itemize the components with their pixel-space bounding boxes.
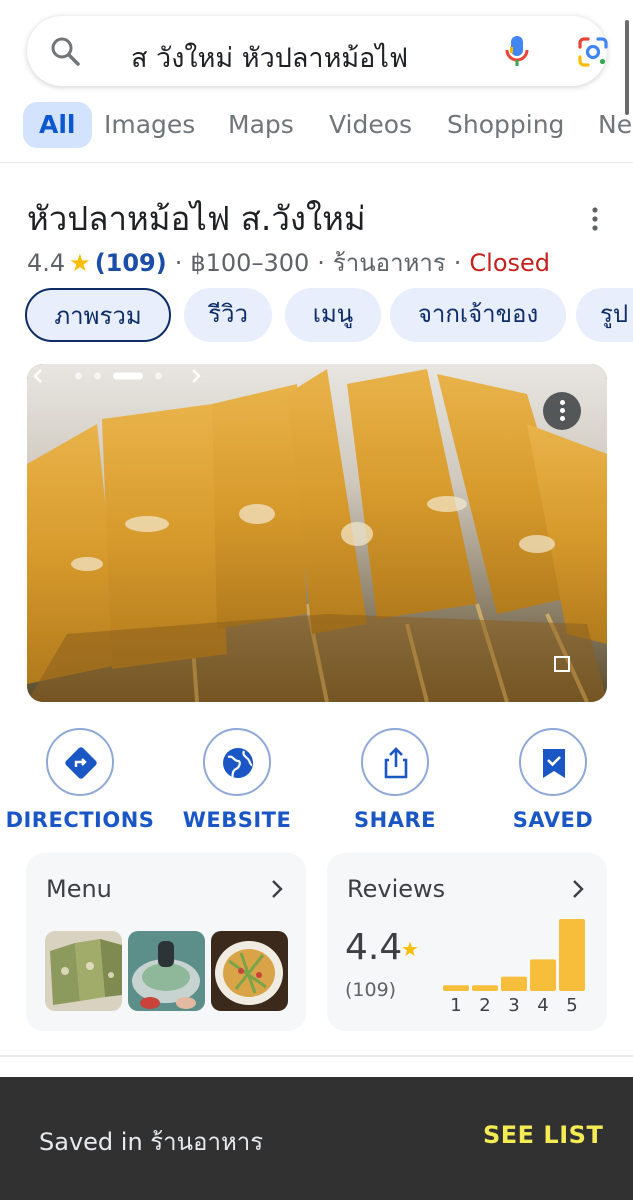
snackbar-message: Saved in ร้านอาหาร — [39, 1128, 264, 1156]
carousel-dot[interactable] — [155, 372, 162, 380]
rating-bar-label: 4 — [537, 995, 548, 1015]
chip-from-owner[interactable]: จากเจ้าของ — [390, 288, 566, 342]
search-icon[interactable] — [49, 35, 81, 67]
place-title: หัวปลาหม้อไฟ ส.วังใหม่ — [27, 199, 366, 238]
review-count[interactable]: (109) — [95, 249, 167, 277]
directions-button[interactable]: DIRECTIONS — [0, 728, 160, 832]
carousel-dot[interactable] — [113, 372, 143, 380]
chip-overview[interactable]: ภาพรวม — [25, 288, 171, 342]
reviews-count: (109) — [345, 979, 397, 1001]
tab-shopping[interactable]: Shopping — [447, 102, 564, 148]
snackbar: Saved in ร้านอาหาร SEE LIST — [0, 1077, 633, 1200]
microphone-icon[interactable] — [499, 33, 535, 69]
share-icon — [384, 747, 408, 779]
menu-card[interactable]: Menu — [26, 853, 306, 1031]
rating-bar-label: 5 — [566, 995, 577, 1015]
rating-bar-label: 3 — [508, 995, 519, 1015]
place-photo[interactable] — [27, 364, 607, 702]
separator: · — [174, 248, 183, 277]
rating-bar-label: 1 — [450, 995, 461, 1015]
carousel-next-icon — [192, 369, 201, 383]
more-options-icon[interactable] — [585, 206, 605, 232]
tab-maps[interactable]: Maps — [228, 102, 294, 148]
photo-more-icon[interactable] — [543, 392, 581, 430]
action-bar: DIRECTIONS WEBSITE SHARE SAVED — [0, 728, 633, 838]
directions-label: DIRECTIONS — [5, 808, 155, 832]
rating-bar-4 — [530, 959, 556, 991]
reviews-rating: 4.4 — [345, 927, 403, 968]
menu-thumbnail[interactable] — [128, 931, 205, 1011]
place-tabs: ภาพรวม รีวิว เมนู จากเจ้าของ รูป — [0, 288, 633, 342]
search-bar[interactable]: ส วังใหม่ หัวปลาหม้อไฟ — [27, 16, 610, 86]
scrollbar[interactable] — [625, 20, 629, 115]
saved-button[interactable]: SAVED — [473, 728, 633, 832]
website-button[interactable]: WEBSITE — [157, 728, 317, 832]
expand-icon[interactable] — [554, 656, 570, 672]
website-label: WEBSITE — [182, 808, 292, 832]
menu-card-title: Menu — [46, 875, 112, 903]
separator: · — [453, 248, 462, 277]
see-list-button[interactable]: SEE LIST — [483, 1121, 603, 1149]
globe-icon — [223, 748, 253, 778]
search-query[interactable]: ส วังใหม่ หัวปลาหม้อไฟ — [131, 36, 408, 79]
rating-distribution-chart: 12345 — [443, 919, 585, 1015]
food-photo-image — [27, 364, 607, 702]
carousel-prev-icon — [33, 369, 42, 383]
chip-menu[interactable]: เมนู — [285, 288, 381, 342]
tab-videos[interactable]: Videos — [329, 102, 412, 148]
open-status: Closed — [469, 248, 551, 277]
rating-bar-3 — [501, 976, 527, 991]
google-lens-icon[interactable] — [576, 35, 610, 69]
chip-reviews[interactable]: รีวิว — [184, 288, 272, 342]
separator: · — [317, 248, 325, 277]
rating-bar-5 — [559, 919, 585, 991]
menu-dish-image — [211, 931, 288, 1011]
share-button[interactable]: SHARE — [315, 728, 475, 832]
rating-bar-1 — [443, 985, 469, 991]
bookmark-check-icon — [543, 749, 565, 778]
reviews-card-title: Reviews — [347, 875, 446, 903]
chevron-right-icon[interactable] — [270, 878, 284, 900]
rating-bar-label: 2 — [479, 995, 490, 1015]
search-tabs: All Images Maps Videos Shopping Ne — [0, 102, 633, 150]
rating-bar-2 — [472, 985, 498, 991]
chevron-right-icon[interactable] — [571, 878, 585, 900]
place-meta: 4.4 ★ (109) · ฿100–300 · ร้านอาหาร · Clo… — [27, 243, 550, 282]
price-range: ฿100–300 — [190, 248, 310, 277]
carousel-indicator[interactable] — [27, 364, 207, 388]
menu-thumbnail[interactable] — [45, 931, 122, 1011]
star-icon: ★ — [69, 248, 91, 277]
menu-dish-image — [45, 931, 122, 1011]
tab-news[interactable]: Ne — [598, 102, 632, 148]
carousel-dot[interactable] — [94, 372, 101, 380]
menu-dish-image — [128, 931, 205, 1011]
tab-images[interactable]: Images — [104, 102, 195, 148]
share-label: SHARE — [354, 808, 436, 832]
tab-all[interactable]: All — [23, 102, 92, 148]
reviews-card[interactable]: Reviews 4.4 ★ (109) 12345 — [327, 853, 607, 1031]
place-category: ร้านอาหาร — [332, 249, 446, 277]
directions-icon — [65, 747, 97, 779]
carousel-dot[interactable] — [75, 372, 82, 380]
chip-photos[interactable]: รูป — [576, 288, 633, 342]
menu-thumbnail[interactable] — [211, 931, 288, 1011]
rating-value: 4.4 — [27, 248, 66, 277]
divider — [0, 162, 633, 163]
divider — [0, 1055, 633, 1057]
star-icon: ★ — [401, 937, 419, 961]
saved-label: SAVED — [512, 808, 594, 832]
